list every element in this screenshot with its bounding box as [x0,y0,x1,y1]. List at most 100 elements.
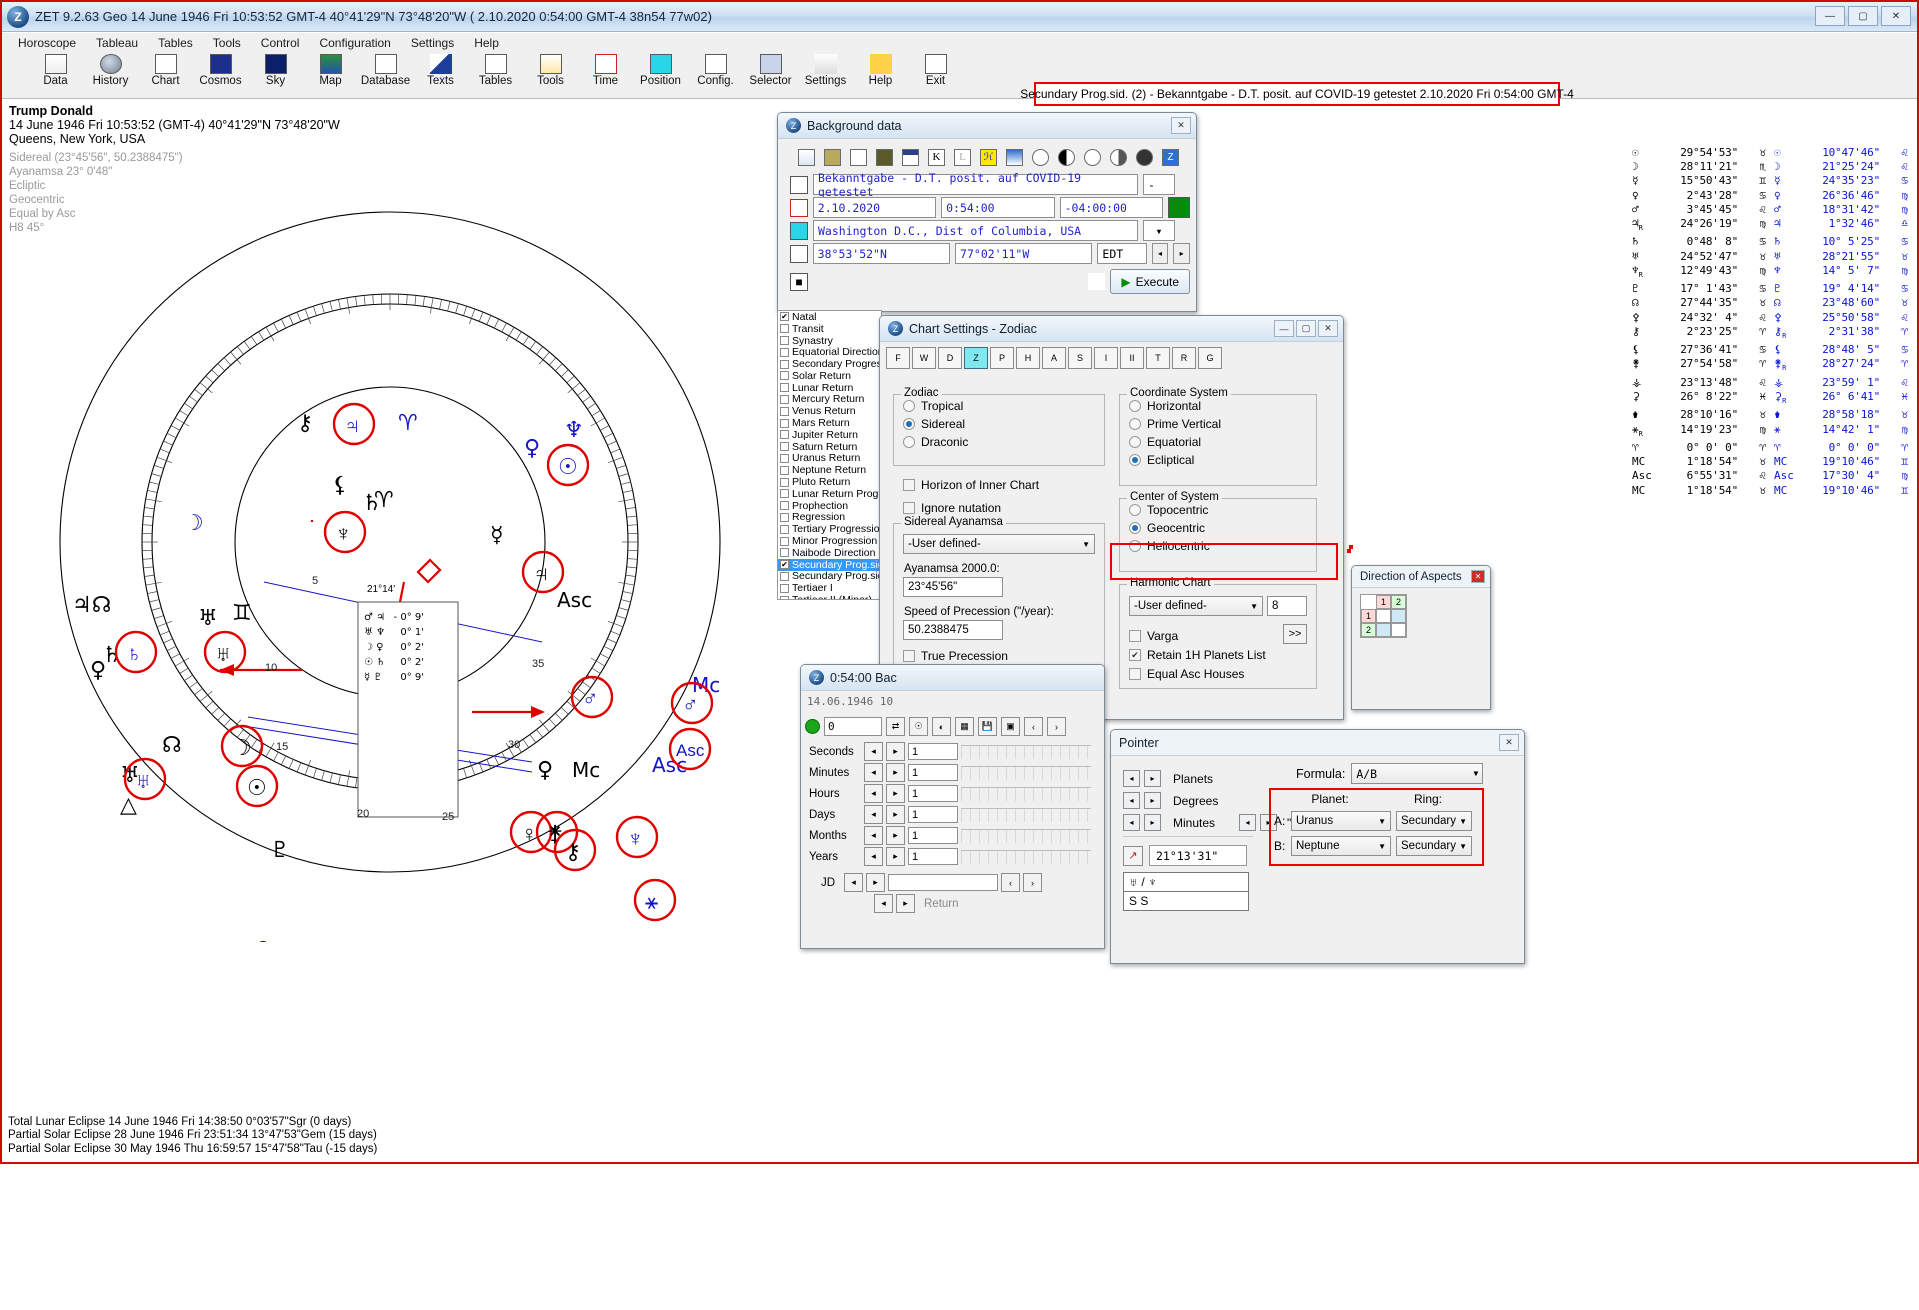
checkbox-box[interactable] [780,466,789,475]
jd-next-button[interactable]: ▸ [866,873,885,892]
execute-button[interactable]: ▶ Execute [1110,269,1190,294]
background-data-dst[interactable]: EDT [1097,243,1146,264]
checkbox-box[interactable] [780,489,789,498]
toolbar-button-cosmos[interactable]: Cosmos [193,52,248,87]
toolbar-button-selector[interactable]: Selector [743,52,798,87]
copy-icon[interactable] [798,149,815,166]
time-step-row-value[interactable]: 1 [908,827,958,844]
menu-help[interactable]: Help [464,35,509,51]
chart-type-item[interactable]: Saturn Return [778,441,881,453]
toolbar-button-map[interactable]: Map [303,52,358,87]
checkbox-box[interactable] [780,442,789,451]
time-step-slider[interactable] [961,829,1091,843]
chart-type-item[interactable]: Prophection [778,500,881,512]
toolbar-button-config[interactable]: Config. [688,52,743,87]
checkbox-ignore-nutation[interactable]: Ignore nutation [903,501,1001,515]
prev-button[interactable]: ◂ [864,826,883,845]
time-step-value[interactable]: 0 [824,717,882,736]
chart-type-item[interactable]: Uranus Return [778,453,881,465]
toolbar-button-exit[interactable]: Exit [908,52,963,87]
background-data-longitude[interactable]: 77°02'11"W [955,243,1092,264]
paste-icon[interactable] [824,149,841,166]
checkbox-box[interactable] [780,383,789,392]
jd-prev-button[interactable]: ◂ [844,873,863,892]
checkbox-retain-1h-planets[interactable]: ✔ Retain 1H Planets List [1129,648,1283,662]
toolbar-button-help[interactable]: Help [853,52,908,87]
jd-input[interactable] [888,874,998,891]
chart-type-item[interactable]: Naibode Direction [778,547,881,559]
chart-type-item[interactable]: Pluto Return [778,476,881,488]
return-next-button[interactable]: ▸ [896,894,915,913]
toolbar-button-data[interactable]: Data [28,52,83,87]
chart-type-item[interactable]: Venus Return [778,405,881,417]
sun-icon[interactable] [1032,149,1049,166]
direction-of-aspects-close-button[interactable]: ✕ [1471,570,1485,583]
prev-icon[interactable]: ◂ [1123,770,1140,787]
pointer-close-button[interactable]: ✕ [1499,734,1519,751]
ayanamsa-2000-input[interactable]: 23°45'56" [903,577,1003,597]
radio-geocentric[interactable]: Geocentric [1129,521,1316,535]
background-data-latitude[interactable]: 38°53'52"N [813,243,950,264]
time-step-row-value[interactable]: 1 [908,806,958,823]
prev-button[interactable]: ◂ [864,784,883,803]
time-step-row-value[interactable]: 1 [908,743,958,760]
checkbox-box[interactable] [780,537,789,546]
new-icon[interactable] [850,149,867,166]
toolbar-button-history[interactable]: History [83,52,138,87]
toolbar-button-sky[interactable]: Sky [248,52,303,87]
sync-icon[interactable]: ⇄ [886,717,905,736]
chart-settings-tab-h[interactable]: H [1016,347,1040,369]
chart-settings-tab-z[interactable]: Z [964,347,988,369]
chart-settings-tab-s[interactable]: S [1068,347,1092,369]
disk-icon[interactable]: ▣ [1001,717,1020,736]
background-data-place[interactable]: Washington D.C., Dist of Columbia, USA [813,220,1138,241]
radio-ecliptical[interactable]: Ecliptical [1129,453,1316,467]
step-forward-button[interactable]: › [1047,717,1066,736]
chart-settings-minimize-button[interactable]: — [1274,320,1294,337]
flag-icon[interactable] [1006,149,1023,166]
background-data-close-button[interactable]: ✕ [1171,117,1191,134]
toolbar-button-tables[interactable]: Tables [468,52,523,87]
radio-equatorial[interactable]: Equatorial [1129,435,1316,449]
menu-tools[interactable]: Tools [203,35,251,51]
chart-type-item[interactable]: Mercury Return [778,394,881,406]
circle-icon[interactable] [1084,149,1101,166]
direction-of-aspects-grid[interactable]: 1 2 1 2 [1360,594,1407,638]
menu-configuration[interactable]: Configuration [309,35,400,51]
checkbox-box[interactable] [780,478,789,487]
checkbox-box[interactable] [780,395,789,404]
checkbox-equal-asc-houses[interactable]: Equal Asc Houses [1129,667,1283,681]
horoscope-chart-wheel[interactable]: ♂ ♃- 0° 9' ♅ ♆0° 1' ☽ ♀0° 2' ☉ ♄0° 2' ☿ … [12,152,772,942]
radio-horizontal[interactable]: Horizontal [1129,399,1316,413]
next-button[interactable]: ▸ [886,847,905,866]
menu-tables[interactable]: Tables [148,35,203,51]
jd-step-forward-button[interactable]: › [1023,873,1042,892]
calendar-icon[interactable] [902,149,919,166]
background-data-event-spin[interactable]: - [1143,174,1175,195]
chart-settings-close-button[interactable]: ✕ [1318,320,1338,337]
chart-settings-tab-ii[interactable]: II [1120,347,1144,369]
copy-chart-icon[interactable] [1088,273,1105,290]
sun-icon[interactable]: ☉ [909,717,928,736]
chart-settings-tab-g[interactable]: G [1198,347,1222,369]
checkbox-box[interactable] [780,525,789,534]
menu-tableau[interactable]: Tableau [86,35,148,51]
checkbox-box[interactable] [780,348,789,357]
time-step-slider[interactable] [961,787,1091,801]
half-circle-icon[interactable] [1110,149,1127,166]
next-button[interactable]: ▸ [886,763,905,782]
formula-select[interactable]: A/B ▼ [1351,763,1483,784]
prev-icon[interactable]: ◂ [1123,814,1140,831]
background-data-timezone[interactable]: -04:00:00 [1060,197,1164,218]
chart-type-item[interactable]: Tertiaer II (Minor) [778,594,881,600]
checkbox-box[interactable] [780,513,789,522]
toolbar-button-settings[interactable]: Settings [798,52,853,87]
chart-type-item[interactable]: Mars Return [778,417,881,429]
chart-type-item[interactable]: Regression [778,512,881,524]
checkbox-box[interactable] [780,336,789,345]
radio-tropical[interactable]: Tropical [903,399,1104,413]
chart-type-item[interactable]: Solar Return [778,370,881,382]
return-prev-button[interactable]: ◂ [874,894,893,913]
checkbox-box[interactable]: ✔ [780,560,789,569]
checkbox-varga[interactable]: Varga [1129,629,1283,643]
